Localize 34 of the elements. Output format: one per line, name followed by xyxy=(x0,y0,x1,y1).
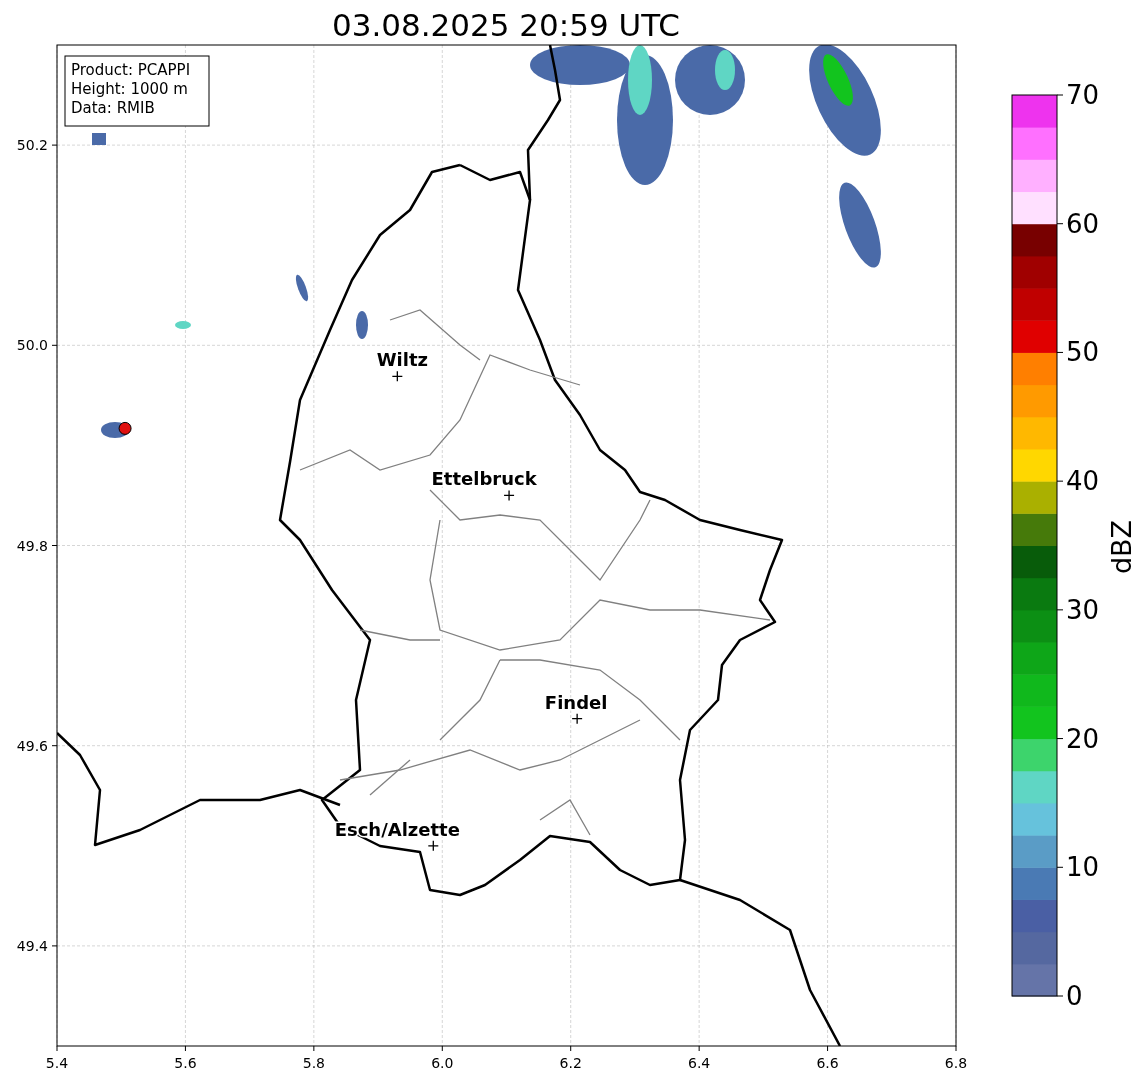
x-axis-tick-label: 6.4 xyxy=(688,1055,711,1071)
city-marker-icon xyxy=(391,370,403,382)
colorbar-tick-label: 10 xyxy=(1066,852,1100,883)
colorbar-tick-label: 70 xyxy=(1066,80,1100,110)
city-marker-icon xyxy=(571,713,583,725)
y-axis-tick-label: 50.0 xyxy=(16,337,48,354)
y-axis-tick-label: 49.4 xyxy=(16,937,48,954)
legend-text: Product: PCAPPI xyxy=(71,61,191,79)
y-axis-tick-label: 49.6 xyxy=(16,737,48,754)
legend-text: Data: RMIB xyxy=(71,99,155,117)
colorbar-tick-label: 50 xyxy=(1066,337,1100,368)
colorbar-tick-label: 30 xyxy=(1066,594,1100,625)
x-axis-tick-label: 6.8 xyxy=(944,1055,968,1071)
colorbar-label: dBZ xyxy=(1106,519,1137,575)
city-marker-icon xyxy=(503,489,515,502)
colorbar-tick-label: 40 xyxy=(1066,466,1100,497)
y-axis-tick-label: 49.8 xyxy=(16,537,48,554)
city-label: Wiltz xyxy=(376,349,428,371)
city-label: Ettelbruck xyxy=(431,468,537,490)
y-axis-tick-label: 50.2 xyxy=(16,137,48,154)
x-axis-tick-label: 5.6 xyxy=(174,1055,197,1071)
figure-title: 03.08.2025 20:59 UTC xyxy=(332,7,680,43)
city-label: Findel xyxy=(544,691,608,713)
x-axis-tick-label: 6.6 xyxy=(816,1055,839,1071)
colorbar-tick-label: 20 xyxy=(1066,723,1100,754)
radar-site-marker xyxy=(118,421,132,435)
x-axis-tick-label: 5.8 xyxy=(302,1055,325,1071)
x-axis-tick-label: 6.0 xyxy=(431,1055,454,1071)
colorbar-tick-label: 60 xyxy=(1066,208,1100,239)
colorbar-tick-label: 0 xyxy=(1066,981,1083,1011)
legend-text: Height: 1000 m xyxy=(71,80,188,98)
x-axis-tick-label: 6.2 xyxy=(559,1055,582,1071)
x-axis-tick-label: 5.4 xyxy=(45,1055,69,1071)
city-marker-icon xyxy=(427,840,439,852)
